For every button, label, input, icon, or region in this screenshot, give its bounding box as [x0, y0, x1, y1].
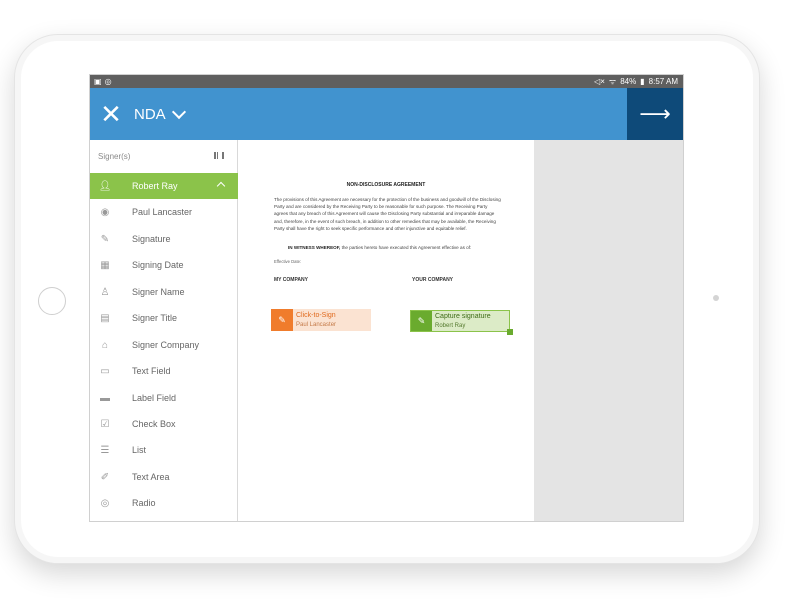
- sidebar-item-label: Robert Ray: [132, 181, 178, 191]
- capture-signature-field[interactable]: ✎ Capture signature Robert Ray: [410, 310, 513, 335]
- field-sidebar: Signer(s) 👤︎ Robert Ray ◉ Paul Lancaster…: [90, 140, 238, 521]
- sidebar-item-text-area[interactable]: ✐ Text Area: [90, 464, 238, 490]
- sidebar-item-label: Signer Name: [132, 287, 185, 297]
- wifi-icon: ᯤ: [608, 77, 617, 86]
- checkbox-icon: ☑: [100, 418, 110, 430]
- sidebar-item-list[interactable]: ☰ List: [90, 437, 238, 463]
- arrow-right-icon: ⟶: [639, 101, 671, 126]
- signers-label: Signer(s): [98, 152, 131, 161]
- sidebar-item-label: Signing Date: [132, 260, 184, 270]
- sidebar-item-radio[interactable]: ◎ Radio: [90, 490, 238, 516]
- document-heading: NON-DISCLOSURE AGREEMENT: [346, 182, 426, 188]
- sidebar-item-label: Signature: [132, 234, 171, 244]
- sidebar-item-check-box[interactable]: ☑ Check Box: [90, 411, 238, 437]
- top-app-bar: ✕ NDA ⟶: [90, 88, 683, 140]
- signers-menu-icon[interactable]: [214, 152, 224, 159]
- field-title: Click-to-Sign: [296, 312, 336, 319]
- sidebar-item-signer-title[interactable]: ▤ Signer Title: [90, 305, 238, 331]
- chevron-up-icon: [216, 181, 226, 191]
- field-title: Capture signature: [435, 313, 491, 320]
- chevron-down-icon: [171, 104, 186, 119]
- app-screen: ▣ ◎ ◁× ᯤ 84% ▮ 8:57 AM ✕ NDA ⟶ Signer(s)…: [89, 74, 684, 522]
- status-bar: ▣ ◎ ◁× ᯤ 84% ▮ 8:57 AM: [90, 75, 683, 88]
- document-page[interactable]: NON-DISCLOSURE AGREEMENT The provisions …: [238, 140, 534, 521]
- my-company-heading: MY COMPANY: [274, 277, 308, 283]
- click-to-sign-field[interactable]: ✎ Click-to-Sign Paul Lancaster: [271, 309, 371, 331]
- sidebar-item-label: Radio: [132, 498, 156, 508]
- close-icon[interactable]: ✕: [100, 100, 122, 128]
- document-title: NDA: [134, 105, 166, 123]
- sidebar-item-label: Signer Company: [132, 340, 200, 350]
- sync-icon: ◎: [104, 77, 112, 86]
- sidebar-item-label: Paul Lancaster: [132, 207, 193, 217]
- home-button[interactable]: [38, 287, 66, 315]
- witness-text: the parties hereto have executed this Ag…: [340, 245, 472, 250]
- field-signer: Paul Lancaster: [296, 322, 337, 328]
- sidebar-item-label: Text Field: [132, 366, 171, 376]
- effective-date-label: Effective Date:: [274, 259, 302, 264]
- next-arrow-button[interactable]: ⟶: [627, 88, 683, 140]
- sidebar-item-label: Text Area: [132, 472, 170, 482]
- document-margin-panel: [534, 140, 683, 521]
- pen-icon: ✎: [100, 233, 110, 245]
- calendar-icon: ▦: [100, 259, 110, 271]
- user-circle-icon: ◉: [100, 206, 110, 218]
- resize-handle[interactable]: [507, 329, 513, 335]
- signers-header: Signer(s): [90, 140, 237, 172]
- witness-clause: IN WITNESS WHEREOF, the parties hereto h…: [288, 245, 502, 250]
- sidebar-item-signature[interactable]: ✎ Signature: [90, 226, 238, 252]
- pen-icon: ✎: [411, 311, 432, 331]
- sidebar-item-text-field[interactable]: ▭ Text Field: [90, 358, 238, 384]
- document-selector[interactable]: NDA: [134, 88, 186, 140]
- battery-level: 84%: [620, 77, 637, 86]
- sidebar-item-signer-company[interactable]: ⌂ Signer Company: [90, 332, 238, 358]
- sidebar-item-paul-lancaster[interactable]: ◉ Paul Lancaster: [90, 199, 238, 225]
- document-body-paragraph: The provisions of this Agreement are nec…: [274, 197, 501, 231]
- text-area-icon: ✐: [100, 471, 110, 483]
- sidebar-item-robert-ray[interactable]: 👤︎ Robert Ray: [90, 173, 238, 199]
- sidebar-item-label: Signer Title: [132, 313, 178, 323]
- clock: 8:57 AM: [648, 77, 678, 86]
- image-icon: ▣: [94, 77, 102, 86]
- list-icon: ☰: [100, 444, 110, 456]
- label-field-icon: ▬: [100, 392, 110, 404]
- sidebar-item-signer-name[interactable]: ♙ Signer Name: [90, 279, 238, 305]
- camera-dot: [713, 295, 719, 301]
- your-company-heading: YOUR COMPANY: [412, 277, 454, 283]
- id-card-icon: ▤: [100, 312, 110, 324]
- person-icon: ♙: [100, 286, 110, 298]
- sidebar-item-label: List: [132, 445, 147, 455]
- pen-icon: ✎: [271, 309, 293, 331]
- sidebar-item-label: Check Box: [132, 419, 176, 429]
- witness-bold: IN WITNESS WHEREOF,: [288, 245, 341, 250]
- field-signer: Robert Ray: [435, 323, 466, 329]
- battery-icon: ▮: [640, 77, 645, 86]
- sidebar-item-label-field[interactable]: ▬ Label Field: [90, 385, 238, 411]
- radio-icon: ◎: [100, 497, 110, 509]
- user-icon: 👤︎: [98, 180, 112, 192]
- mute-icon: ◁×: [594, 77, 605, 86]
- text-field-icon: ▭: [100, 365, 110, 377]
- sidebar-item-label: Label Field: [132, 393, 177, 403]
- sidebar-item-signing-date[interactable]: ▦ Signing Date: [90, 252, 238, 278]
- building-icon: ⌂: [101, 339, 109, 351]
